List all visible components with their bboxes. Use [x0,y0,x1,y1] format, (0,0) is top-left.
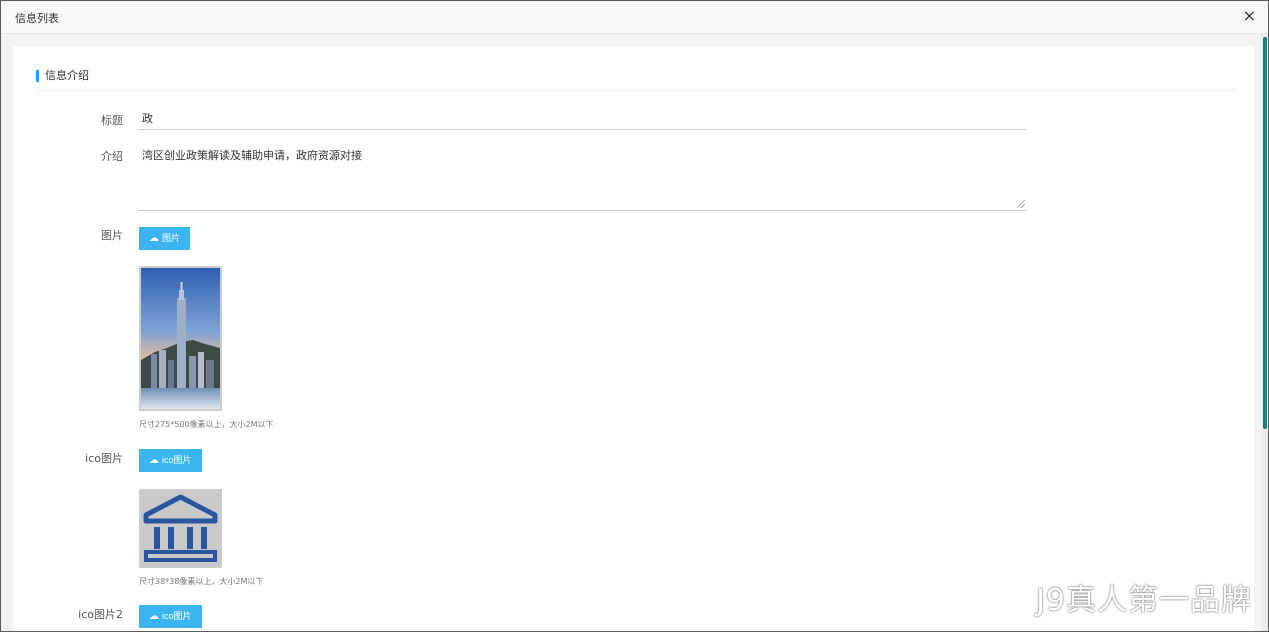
section-accent-bar [36,70,39,82]
cloud-upload-icon: ☁ [149,611,159,622]
title-label: 标题 [101,114,123,127]
resize-grip-icon[interactable] [1017,200,1025,208]
ico-label: ico图片 [85,452,123,465]
bank-building-icon [143,494,218,562]
city-skyline-image [141,268,220,409]
ico2-label: ico图片2 [78,608,123,621]
ico-upload-button-label: ico图片 [162,455,192,465]
ico-thumbnail[interactable] [139,489,222,568]
image-upload-button-label: 图片 [162,233,181,243]
form-panel: 信息介绍 标题 政 介绍 湾区创业政策解读及辅助申请，政府资源对接 图片 ☁ 图片 [13,46,1254,631]
ico-upload-button[interactable]: ☁ ico图片 [139,449,202,472]
image-upload-button[interactable]: ☁ 图片 [139,227,191,250]
scrollbar-thumb[interactable] [1263,37,1267,429]
image-thumbnail[interactable] [139,266,222,411]
intro-textarea-value: 湾区创业政策解读及辅助申请，政府资源对接 [142,149,362,162]
ico-size-hint: 尺寸38*38像素以上，大小2M以下 [139,577,264,586]
dialog-window: 信息列表 × 信息介绍 标题 政 介绍 湾区创业政策解读及辅助申请，政府资源对接… [0,0,1269,632]
ico2-upload-button[interactable]: ☁ ico图片 [139,605,202,628]
title-input[interactable]: 政 [138,108,1027,130]
cloud-upload-icon: ☁ [149,455,159,466]
close-icon[interactable]: × [1243,8,1256,24]
image-label: 图片 [101,229,123,242]
dialog-titlebar: 信息列表 × [1,1,1268,34]
intro-textarea[interactable]: 湾区创业政策解读及辅助申请，政府资源对接 [138,143,1027,211]
image-size-hint: 尺寸275*500像素以上，大小2M以下 [139,420,274,429]
title-input-value: 政 [142,112,153,125]
dialog-title: 信息列表 [15,12,59,25]
cloud-upload-icon: ☁ [149,233,159,244]
watermark-text: J9真人第一品牌 [1036,583,1252,618]
ico2-upload-button-label: ico图片 [162,611,192,621]
section-header: 信息介绍 [35,66,1235,90]
section-title: 信息介绍 [45,69,89,82]
intro-label: 介绍 [101,150,123,163]
